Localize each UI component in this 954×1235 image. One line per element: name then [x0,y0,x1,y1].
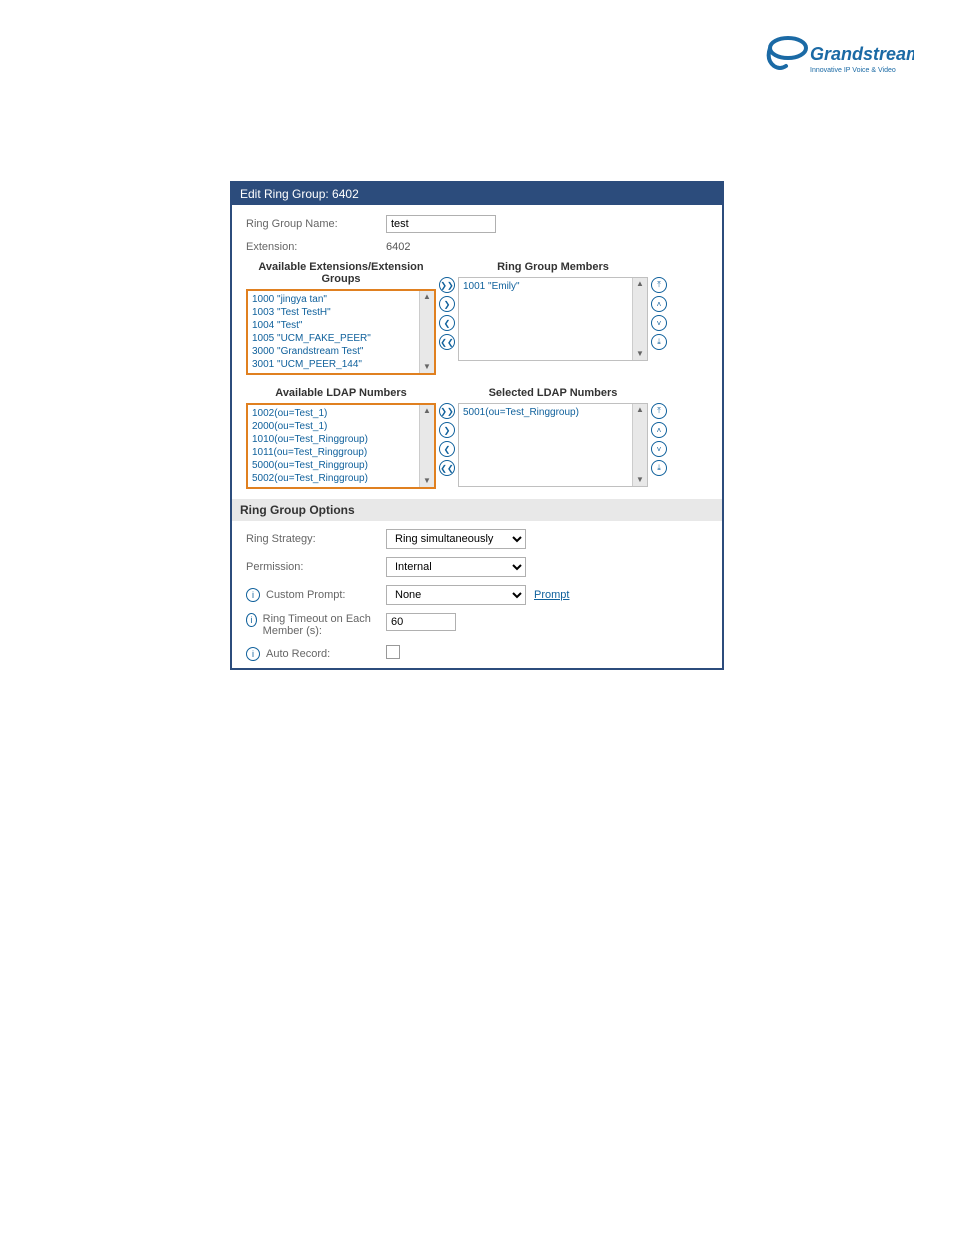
move-top-button[interactable]: ⤒ [651,277,667,293]
logo-mark-icon [769,38,806,68]
ring-strategy-select[interactable]: Ring simultaneously [386,529,526,549]
ring-group-name-label: Ring Group Name: [246,218,386,230]
extensions-dual-list: Available Extensions/Extension Groups 10… [246,261,708,375]
scroll-up-icon[interactable]: ▲ [423,405,431,417]
permission-select[interactable]: Internal [386,557,526,577]
ring-strategy-label: Ring Strategy: [246,533,386,545]
scroll-down-icon[interactable]: ▼ [423,475,431,487]
remove-one-button[interactable]: ❮ [439,315,455,331]
list-item[interactable]: 1002(ou=Test_1) [252,407,430,420]
ldap-dual-list: Available LDAP Numbers 1002(ou=Test_1) 2… [246,387,708,489]
list-item[interactable]: 1000 "jingya tan" [252,293,430,306]
ring-group-name-input[interactable] [386,215,496,233]
scrollbar[interactable]: ▲ ▼ [632,278,647,360]
auto-record-checkbox[interactable] [386,645,400,659]
move-down-button[interactable]: ˅ [651,441,667,457]
info-icon[interactable]: i [246,613,257,627]
list-item[interactable]: 1010(ou=Test_Ringgroup) [252,433,430,446]
ring-group-members-list[interactable]: 1001 "Emily" ▲ ▼ [458,277,648,361]
custom-prompt-select[interactable]: None [386,585,526,605]
list-item[interactable]: 1001 "Emily" [463,280,643,293]
scroll-down-icon[interactable]: ▼ [636,348,644,360]
scroll-up-icon[interactable]: ▲ [423,291,431,303]
available-extensions-list[interactable]: 1000 "jingya tan" 1003 "Test TestH" 1004… [246,289,436,375]
move-up-button[interactable]: ˄ [651,422,667,438]
permission-label: Permission: [246,561,386,573]
auto-record-label: Auto Record: [266,648,330,660]
available-ldap-list[interactable]: 1002(ou=Test_1) 2000(ou=Test_1) 1010(ou=… [246,403,436,489]
ring-timeout-label: Ring Timeout on Each Member (s): [263,613,386,637]
list-item[interactable]: 1011(ou=Test_Ringgroup) [252,446,430,459]
remove-one-button[interactable]: ❮ [439,441,455,457]
available-extensions-title: Available Extensions/Extension Groups [246,261,436,285]
add-all-button[interactable]: ❯❯ [439,277,455,293]
custom-prompt-label: Custom Prompt: [266,589,345,601]
ring-group-options-header: Ring Group Options [232,499,722,521]
ring-group-members-title: Ring Group Members [458,261,648,273]
scrollbar[interactable]: ▲ ▼ [632,404,647,486]
scroll-up-icon[interactable]: ▲ [636,278,644,290]
selected-ldap-list[interactable]: 5001(ou=Test_Ringgroup) ▲ ▼ [458,403,648,487]
move-bottom-button[interactable]: ⤓ [651,334,667,350]
add-all-button[interactable]: ❯❯ [439,403,455,419]
list-item[interactable]: 3000 "Grandstream Test" [252,345,430,358]
scroll-down-icon[interactable]: ▼ [636,474,644,486]
remove-all-button[interactable]: ❮❮ [439,460,455,476]
add-one-button[interactable]: ❯ [439,296,455,312]
selected-ldap-title: Selected LDAP Numbers [458,387,648,399]
list-item[interactable]: 3001 "UCM_PEER_144" [252,358,430,371]
scrollbar[interactable]: ▲ ▼ [419,405,434,487]
move-bottom-button[interactable]: ⤓ [651,460,667,476]
brand-name: Grandstream [810,44,914,64]
info-icon[interactable]: i [246,647,260,661]
scrollbar[interactable]: ▲ ▼ [419,291,434,373]
list-item[interactable]: 1003 "Test TestH" [252,306,430,319]
scroll-down-icon[interactable]: ▼ [423,361,431,373]
scroll-up-icon[interactable]: ▲ [636,404,644,416]
remove-all-button[interactable]: ❮❮ [439,334,455,350]
info-icon[interactable]: i [246,588,260,602]
list-item[interactable]: 5001(ou=Test_Ringgroup) [463,406,643,419]
brand-logo: Grandstream Innovative IP Voice & Video [764,30,914,81]
available-ldap-title: Available LDAP Numbers [246,387,436,399]
list-item[interactable]: 5002(ou=Test_Ringgroup) [252,472,430,485]
brand-tagline: Innovative IP Voice & Video [810,67,896,74]
list-item[interactable]: 5000(ou=Test_Ringgroup) [252,459,430,472]
list-item[interactable]: 1004 "Test" [252,319,430,332]
extension-label: Extension: [246,241,386,253]
edit-ring-group-panel: Edit Ring Group: 6402 Ring Group Name: E… [230,181,724,670]
list-item[interactable]: 2000(ou=Test_1) [252,420,430,433]
move-top-button[interactable]: ⤒ [651,403,667,419]
panel-title: Edit Ring Group: 6402 [232,183,722,205]
logo-area: Grandstream Innovative IP Voice & Video [0,0,954,91]
move-down-button[interactable]: ˅ [651,315,667,331]
list-item[interactable]: 1005 "UCM_FAKE_PEER" [252,332,430,345]
move-up-button[interactable]: ˄ [651,296,667,312]
extension-value: 6402 [386,241,410,253]
ring-timeout-input[interactable] [386,613,456,631]
add-one-button[interactable]: ❯ [439,422,455,438]
prompt-link[interactable]: Prompt [534,589,569,601]
